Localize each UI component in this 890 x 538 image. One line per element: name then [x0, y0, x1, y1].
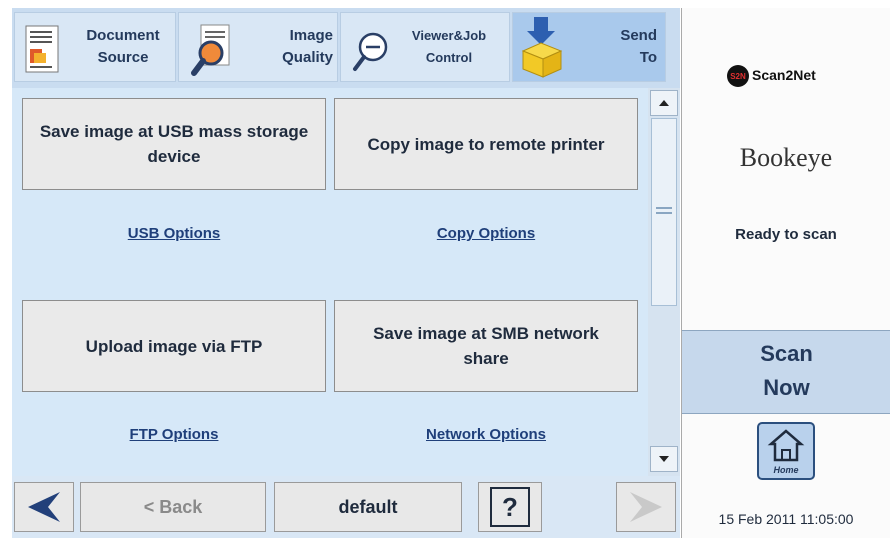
bottom-bar: < Back default ?: [12, 476, 680, 538]
status-text: Ready to scan: [735, 226, 837, 243]
default-profile-button[interactable]: default: [274, 482, 462, 532]
scroll-grip: [656, 212, 672, 214]
scan-now-line2: Now: [763, 375, 810, 400]
zoom-icon: [353, 32, 388, 71]
tab-bar: Document Source Image Quality Viewer&Job…: [12, 8, 680, 88]
tab-document-source[interactable]: Document Source: [14, 12, 176, 82]
tab-label-line1: Image: [289, 27, 333, 44]
save-usb-button[interactable]: Save image at USB mass storage device: [22, 98, 326, 190]
copy-options-link[interactable]: Copy Options: [334, 225, 638, 242]
scroll-down-button[interactable]: [650, 446, 678, 472]
nav-right-button[interactable]: [616, 482, 676, 532]
usb-options-link[interactable]: USB Options: [22, 225, 326, 242]
datetime: 15 Feb 2011 11:05:00: [718, 511, 854, 527]
home-icon: [767, 429, 805, 462]
home-button[interactable]: Home: [757, 422, 815, 480]
scan-now-line1: Scan: [760, 341, 813, 366]
arrow-right-icon: [630, 492, 662, 522]
tab-label-line2: Control: [425, 50, 473, 65]
send-box-icon: [521, 17, 563, 78]
tab-label-line2: Source: [97, 49, 149, 66]
help-icon: ?: [490, 487, 530, 527]
tab-image-quality[interactable]: Image Quality: [178, 12, 338, 82]
copy-printer-button[interactable]: Copy image to remote printer: [334, 98, 638, 190]
arrow-down-icon: [659, 456, 669, 462]
scan2net-text: Scan2Net: [752, 67, 816, 83]
scan2net-logo-icon: S2N: [727, 65, 749, 87]
arrow-left-icon: [28, 492, 60, 522]
tab-send-to[interactable]: Send To: [512, 12, 666, 82]
arrow-up-icon: [659, 100, 669, 106]
help-button[interactable]: ?: [478, 482, 542, 532]
tab-label-line1: Send: [620, 27, 657, 44]
tab-viewer-job-control[interactable]: Viewer&Job Control: [340, 12, 510, 82]
scroll-up-button[interactable]: [650, 90, 678, 116]
document-icon: [25, 25, 59, 73]
scroll-grip: [656, 207, 672, 209]
magnifier-icon: [191, 24, 230, 76]
home-label: Home: [773, 465, 799, 475]
back-button[interactable]: < Back: [80, 482, 266, 532]
scroll-thumb[interactable]: [651, 118, 677, 306]
send-to-panel: Save image at USB mass storage device Co…: [12, 88, 648, 476]
tab-label-line1: Viewer&Job: [411, 28, 487, 43]
nav-left-button[interactable]: [14, 482, 74, 532]
tab-label-line2: To: [639, 49, 657, 66]
tab-label-line1: Document: [86, 27, 160, 44]
network-options-link[interactable]: Network Options: [334, 426, 638, 443]
scan-now-button[interactable]: Scan Now: [682, 330, 890, 414]
scanner-ui: Document Source Image Quality Viewer&Job…: [0, 0, 890, 538]
svg-text:S2N: S2N: [730, 72, 746, 81]
upload-ftp-button[interactable]: Upload image via FTP: [22, 300, 326, 392]
vertical-scrollbar[interactable]: [648, 88, 680, 476]
ftp-options-link[interactable]: FTP Options: [22, 426, 326, 443]
save-smb-button[interactable]: Save image at SMB network share: [334, 300, 638, 392]
scan2net-logo: S2N Scan2Net: [726, 64, 876, 88]
bookeye-logo: Bookeye: [739, 143, 833, 172]
status-panel: S2N Scan2Net Bookeye Ready to scan Scan …: [681, 8, 890, 538]
tab-label-line2: Quality: [282, 49, 333, 66]
